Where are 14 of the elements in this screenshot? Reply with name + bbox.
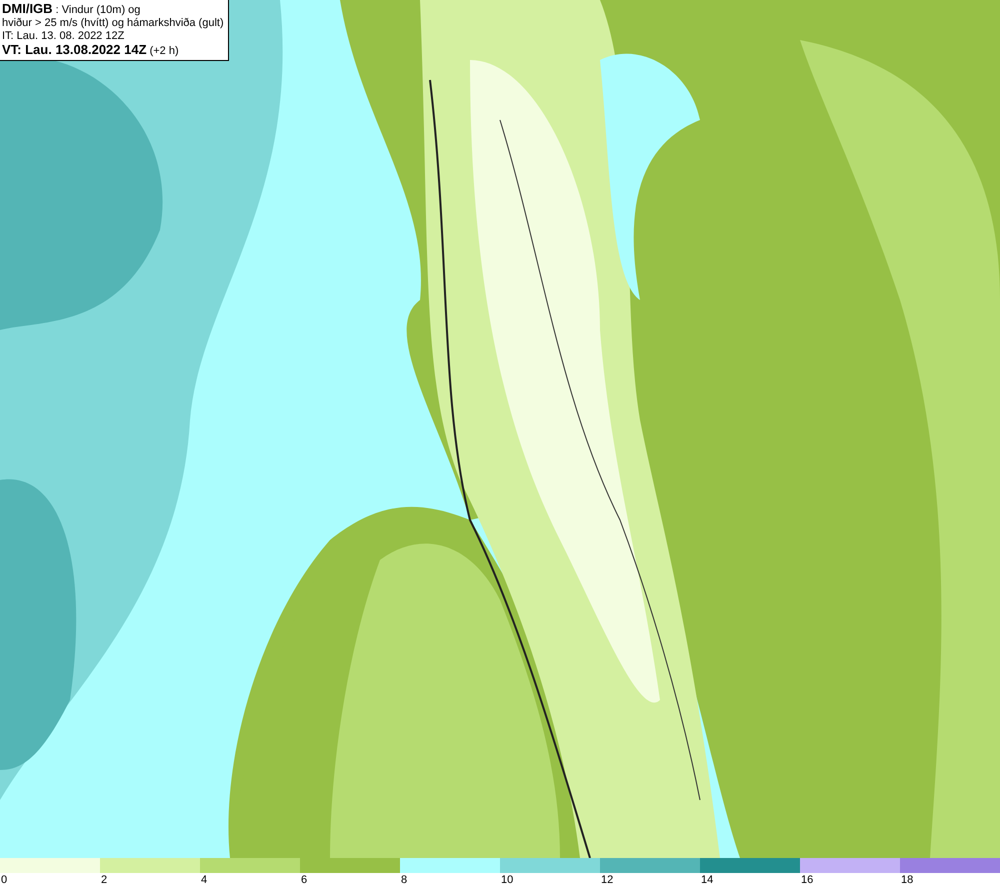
scale-label: 8 — [400, 873, 408, 887]
scale-label: 18 — [900, 873, 914, 887]
info-text: hviður > 25 m/s (hvítt) og hámarkshviða (gult) — [2, 17, 224, 30]
scale-label: 2 — [100, 873, 108, 887]
scale-label: 12 — [600, 873, 614, 887]
scale-label: 10 — [500, 873, 514, 887]
info-text: DMI/IGB : Vindur (10m) og — [2, 2, 142, 17]
scale-label: 14 — [700, 873, 714, 887]
scale-label: 0 — [0, 873, 8, 887]
scale-label: 16 — [800, 873, 814, 887]
scale-label: 6 — [300, 873, 308, 887]
info-text: VT: Lau. 13.08.2022 14Z (+2 h) — [2, 43, 180, 58]
info-text: IT: Lau. 13. 08. 2022 12Z — [2, 30, 126, 43]
scale-label: 4 — [200, 873, 208, 887]
